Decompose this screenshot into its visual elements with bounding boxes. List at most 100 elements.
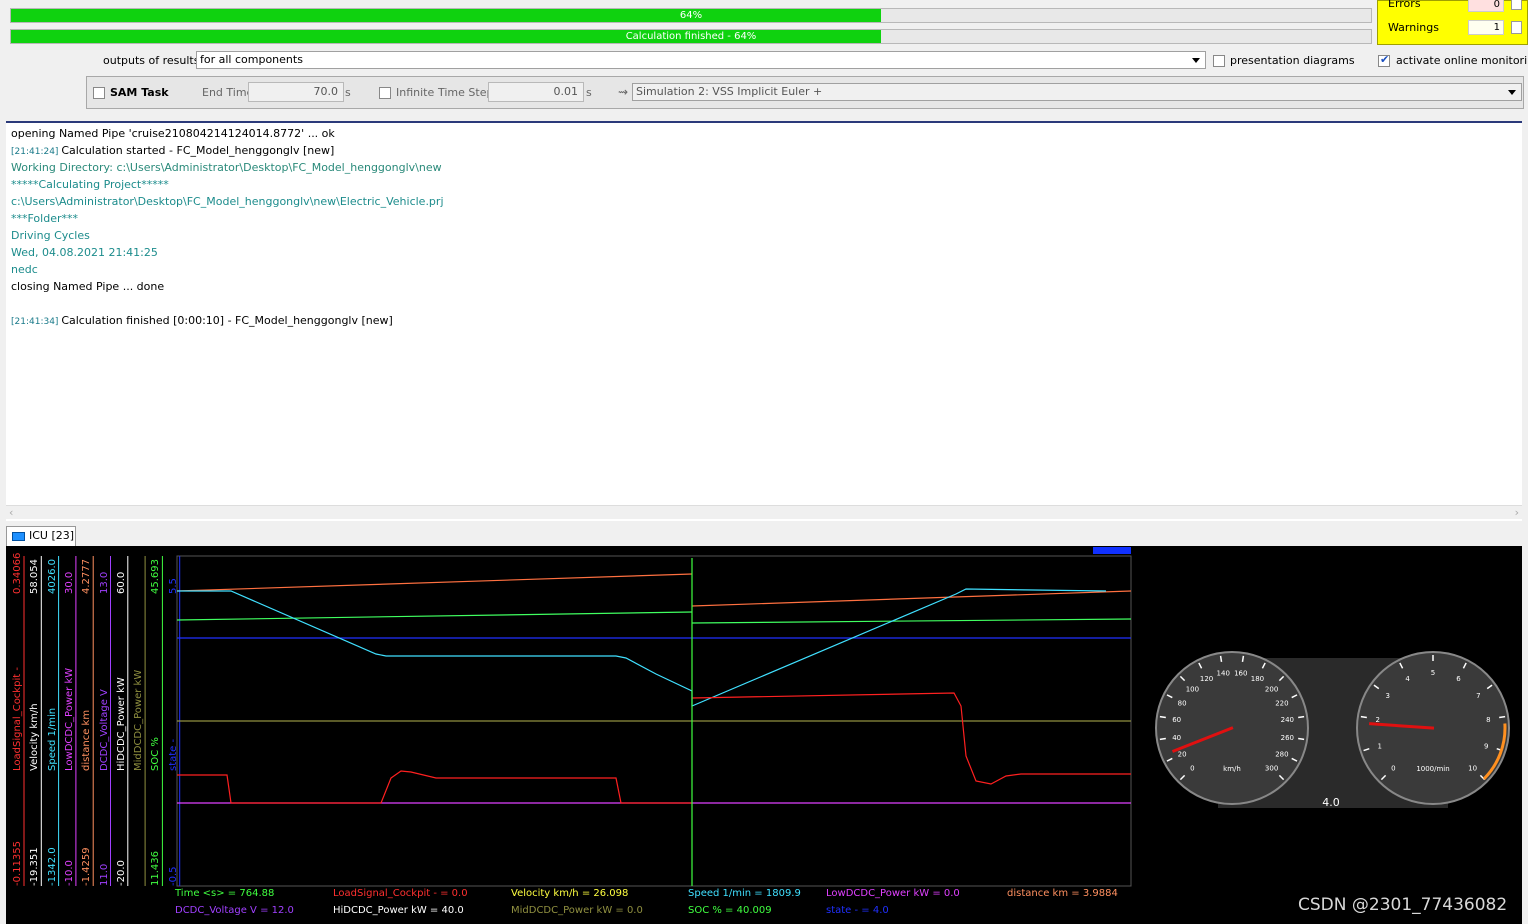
soc-trace	[691, 618, 1132, 624]
speedometer-tick	[1159, 715, 1166, 719]
gear-display: 4.0	[1322, 796, 1340, 809]
errors-count: 0	[1468, 0, 1504, 12]
time-step-label: Time Step	[438, 86, 494, 99]
axis-min-label: -0.5	[167, 866, 179, 886]
log-output[interactable]: opening Named Pipe 'cruise21080421412401…	[6, 121, 1522, 521]
axis-name-label: LowDCDC_Power kW	[63, 667, 75, 771]
cursor-readout: state - = 4.0	[826, 905, 889, 916]
tab-icu-label: ICU [23]	[29, 529, 75, 542]
speed-trace	[177, 588, 1107, 707]
distance-trace	[691, 590, 1132, 607]
log-text: c:\Users\Administrator\Desktop\FC_Model_…	[11, 195, 444, 208]
scroll-right-icon[interactable]: ›	[1515, 506, 1519, 519]
watermark-text: CSDN @2301_77436082	[1298, 895, 1508, 915]
log-text: nedc	[11, 263, 38, 276]
speedometer-tick-label: 80	[1178, 700, 1187, 708]
log-text: Calculation finished [0:00:10] - FC_Mode…	[61, 314, 393, 327]
progress-bar-percent: 64%	[10, 8, 1372, 23]
speedometer-tick	[1298, 737, 1305, 741]
speedometer-unit-label: km/h	[1223, 765, 1241, 773]
tachometer-tick-label: 6	[1456, 675, 1461, 683]
end-time-input[interactable]: 70.0	[248, 82, 344, 102]
gauge-svg: 020406080100120140 1601802002202402602803…	[1155, 651, 1510, 809]
errors-log-icon[interactable]	[1511, 0, 1522, 10]
axis-min-label: 11.436	[150, 851, 162, 886]
tachometer-tick-label: 4	[1405, 675, 1410, 683]
axis-max-label: 60.0	[115, 571, 127, 594]
scroll-left-icon[interactable]: ‹	[9, 506, 13, 519]
axis-min-label: 11.0	[98, 863, 110, 886]
tachometer-tick	[1360, 715, 1367, 719]
cursor-readout: Velocity km/h = 26.098	[511, 888, 629, 899]
cursor-readout: LowDCDC_Power kW = 0.0	[826, 888, 960, 899]
axis-max-label: 0.34066	[12, 552, 23, 594]
log-line: c:\Users\Administrator\Desktop\FC_Model_…	[11, 195, 444, 208]
speedometer-tick-label: 120	[1200, 675, 1213, 683]
status-panel: Errors 0 Warnings 1	[1377, 0, 1528, 45]
log-text: Driving Cycles	[11, 229, 90, 242]
tachometer-gauge: 0123456789101000/min	[1356, 651, 1510, 805]
presentation-diagrams-checkbox[interactable]	[1213, 55, 1225, 67]
log-line: [21:41:24] Calculation started - FC_Mode…	[11, 144, 334, 157]
axis-min-label: -20.0	[115, 860, 127, 886]
log-text: closing Named Pipe ... done	[11, 280, 165, 293]
outputs-select-value: for all components	[200, 53, 303, 66]
cursor-readout: MidDCDC_Power kW = 0.0	[511, 905, 643, 916]
log-line: [21:41:34] Calculation finished [0:00:10…	[11, 314, 393, 327]
log-line: Wed, 04.08.2021 21:41:25	[11, 246, 158, 259]
link-icon: ⇝	[618, 85, 629, 99]
outputs-select[interactable]: for all components	[196, 51, 1206, 69]
simulation-select[interactable]: Simulation 2: VSS Implicit Euler +	[632, 83, 1522, 101]
speedometer-tick-label: 180	[1251, 675, 1264, 683]
speedometer-tick-label: 0	[1190, 765, 1194, 773]
tachometer-tick	[1499, 715, 1506, 719]
simulation-select-value: Simulation 2: VSS Implicit Euler +	[636, 85, 823, 98]
axis-name-label: DCDC_Voltage V	[98, 689, 110, 771]
log-text: ***Folder***	[11, 212, 78, 225]
log-text: opening Named Pipe 'cruise21080421412401…	[11, 127, 335, 140]
errors-label: Errors	[1388, 0, 1421, 10]
state-indicator	[1093, 547, 1131, 554]
horizontal-scrollbar[interactable]: ‹ ›	[6, 505, 1522, 519]
online-monitoring-checkbox[interactable]	[1378, 53, 1390, 67]
speedometer-tick-label: 300	[1265, 765, 1278, 773]
tachometer-tick-label: 3	[1385, 692, 1389, 700]
monitor-icon	[12, 532, 25, 541]
presentation-diagrams-label: presentation diagrams	[1230, 54, 1355, 67]
log-text: Wed, 04.08.2021 21:41:25	[11, 246, 158, 259]
axis-name-label: Speed 1/min	[46, 707, 58, 771]
progress-status-text: Calculation finished - 64%	[625, 31, 757, 42]
log-line: *****Calculating Project*****	[11, 178, 169, 191]
speedometer-tick-label: 200	[1265, 685, 1278, 693]
axis-name-label: HiDCDC_Power kW	[115, 677, 127, 771]
outputs-label: outputs of results	[103, 54, 200, 67]
speedometer-tick-label: 220	[1275, 700, 1288, 708]
time-step-unit: s	[586, 86, 592, 99]
speedometer-tick	[1241, 655, 1245, 662]
chevron-down-icon	[1192, 58, 1200, 63]
progress-percent-text: 64%	[679, 10, 703, 21]
load-signal-trace	[691, 692, 1131, 785]
infinite-checkbox[interactable]	[379, 87, 391, 99]
cursor-readout: distance km = 3.9884	[1007, 888, 1118, 899]
axis-name-label: LoadSignal_Cockpit -	[12, 667, 23, 771]
speedometer-tick-label: 260	[1281, 734, 1294, 742]
tab-icu[interactable]: ICU [23]	[6, 526, 76, 546]
right-scrollbar[interactable]	[1522, 121, 1528, 924]
speedometer-tick-label: 160	[1234, 670, 1247, 678]
warnings-log-icon[interactable]	[1511, 21, 1522, 34]
log-line: ***Folder***	[11, 212, 78, 225]
soc-trace	[176, 611, 693, 621]
speedometer-tick-label: 60	[1172, 716, 1181, 724]
sam-task-checkbox[interactable]	[93, 87, 105, 99]
log-line: Driving Cycles	[11, 229, 90, 242]
log-line: Working Directory: c:\Users\Administrato…	[11, 161, 442, 174]
axis-min-label: -10.0	[63, 860, 75, 886]
cursor-readout: LoadSignal_Cockpit - = 0.0	[333, 888, 468, 899]
log-timestamp: [21:41:24]	[11, 147, 62, 157]
axis-max-label: 5.5	[167, 578, 179, 594]
end-time-label: End Time	[202, 86, 254, 99]
time-step-input[interactable]: 0.01	[488, 82, 584, 102]
cursor-readout: Speed 1/min = 1809.9	[688, 888, 801, 899]
cursor-readout: HiDCDC_Power kW = 40.0	[333, 905, 464, 916]
